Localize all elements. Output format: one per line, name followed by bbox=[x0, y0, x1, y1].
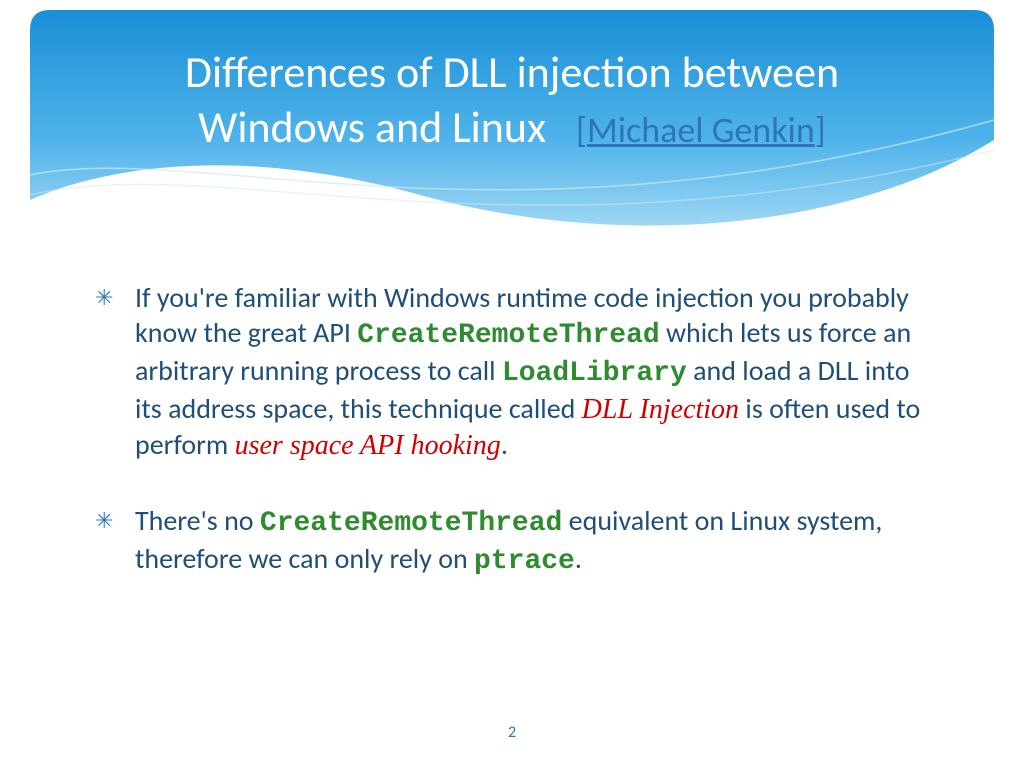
title-line-1: Differences of DLL injection between bbox=[185, 45, 839, 99]
bullet-text: There's no CreateRemoteThread equivalent… bbox=[135, 503, 882, 576]
author-bracket-close: ] bbox=[815, 108, 826, 152]
code-span: CreateRemoteThread bbox=[260, 508, 562, 539]
emphasis-span: user space API hooking bbox=[235, 430, 501, 461]
emphasis-span: DLL Injection bbox=[582, 394, 739, 425]
page-number: 2 bbox=[0, 723, 1024, 742]
slide-header: Differences of DLL injection between Win… bbox=[0, 0, 1024, 250]
bullet-star-icon: ✳ bbox=[95, 284, 113, 312]
bullet-item: ✳ There's no CreateRemoteThread equivalen… bbox=[95, 503, 935, 579]
title-line-2: Windows and Linux bbox=[198, 100, 546, 154]
slide-body: ✳ If you're familiar with Windows runtime… bbox=[95, 280, 935, 619]
text-span: . bbox=[575, 541, 582, 576]
code-span: CreateRemoteThread bbox=[357, 320, 659, 351]
code-span: ptrace bbox=[474, 546, 575, 577]
slide-title: Differences of DLL injection between Win… bbox=[0, 45, 1024, 155]
bullet-star-icon: ✳ bbox=[95, 507, 113, 535]
author-bracket-open: [ bbox=[576, 108, 587, 152]
bullet-text: If you're familiar with Windows runtime … bbox=[135, 280, 920, 462]
bullet-item: ✳ If you're familiar with Windows runtime… bbox=[95, 280, 935, 463]
text-span: There's no bbox=[135, 503, 260, 538]
author-link[interactable]: Michael Genkin bbox=[587, 108, 815, 152]
text-span: . bbox=[501, 427, 508, 462]
code-span: LoadLibrary bbox=[502, 358, 687, 389]
